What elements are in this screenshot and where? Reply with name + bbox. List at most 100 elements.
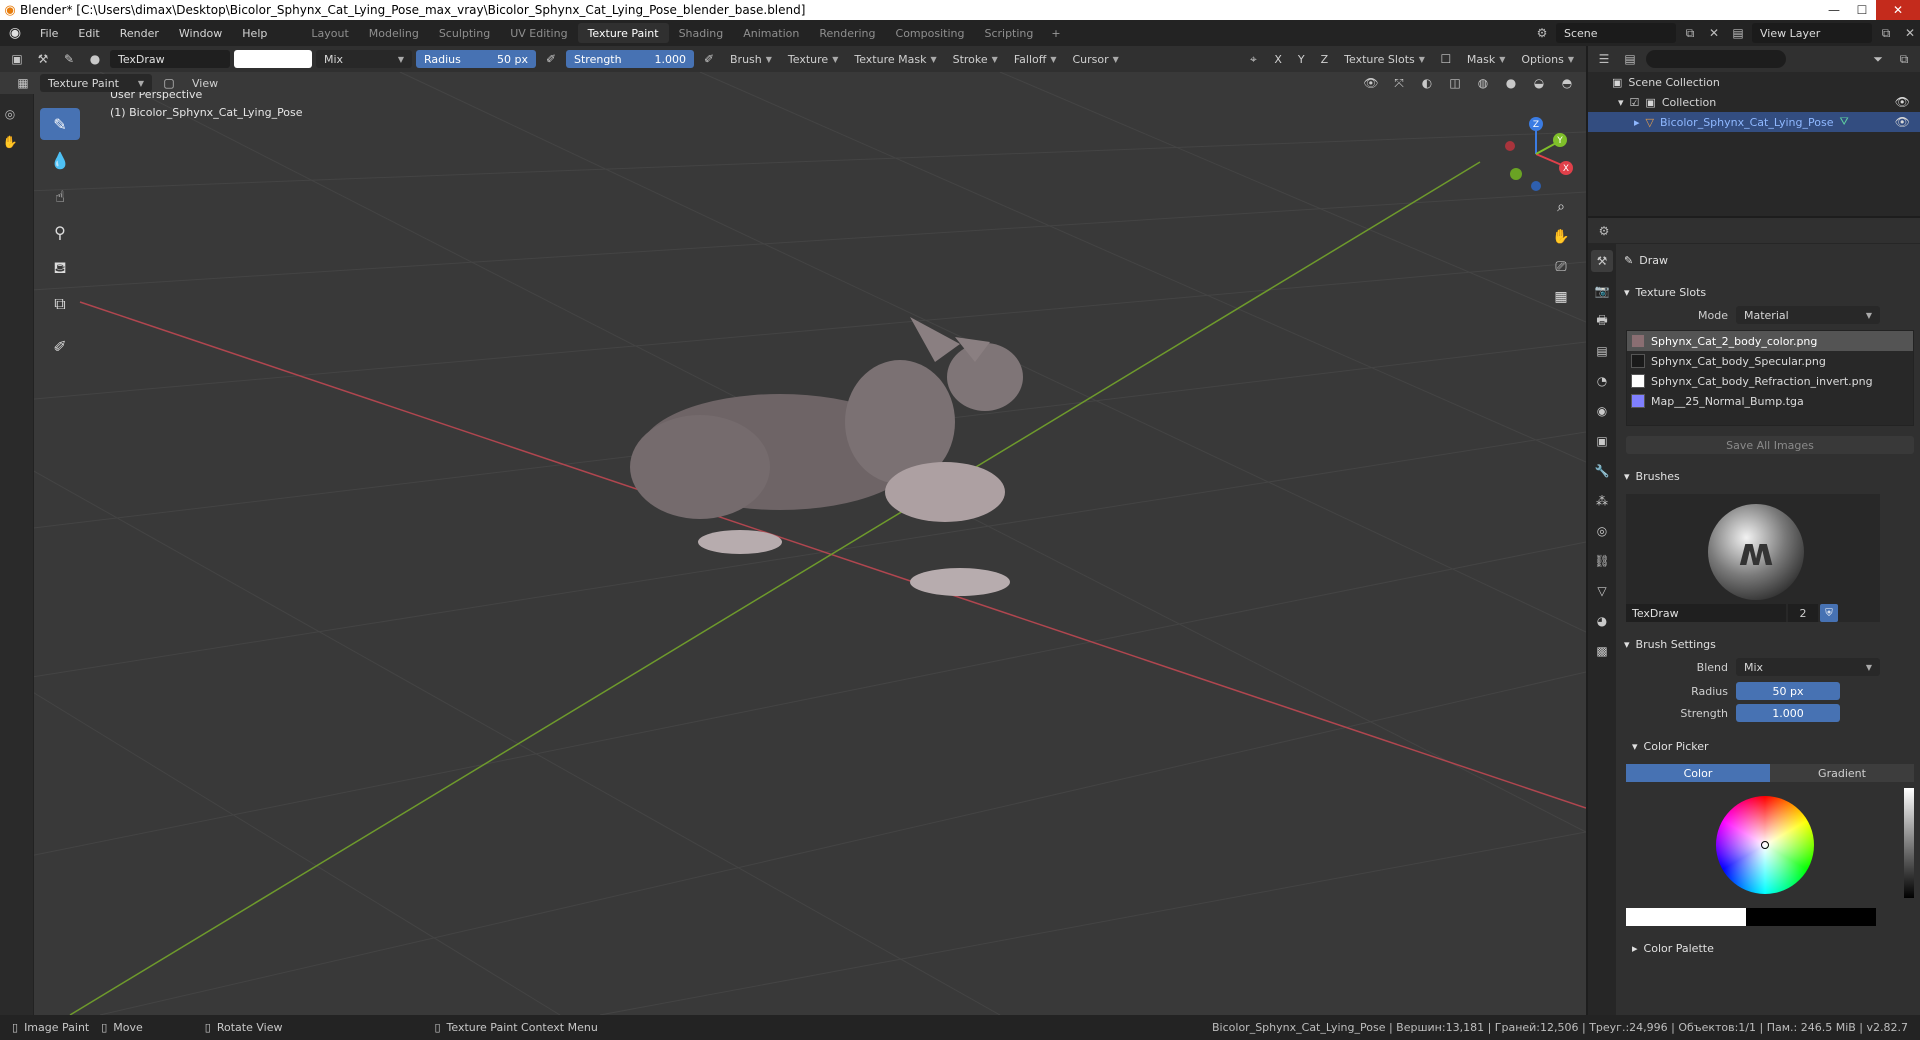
brush-menu[interactable]: Brush ▼ [724,49,778,69]
save-all-images-button[interactable]: Save All Images [1626,436,1914,454]
gizmo-toggle-icon[interactable]: ⤧ [1388,73,1410,93]
fake-user-shield-icon[interactable]: ⛨ [1820,604,1838,622]
falloff-menu[interactable]: Falloff ▼ [1008,49,1063,69]
tab-uv-editing[interactable]: UV Editing [500,23,577,43]
ortho-toggle-icon[interactable]: ▦ [1548,284,1574,310]
close-button[interactable]: ✕ [1876,0,1920,20]
radius-pressure-icon[interactable]: ✐ [540,49,562,69]
tab-shading[interactable]: Shading [669,23,734,43]
tab-rendering[interactable]: Rendering [809,23,885,43]
tab-modeling[interactable]: Modeling [359,23,429,43]
texture-slot-item[interactable]: Map__25_Normal_Bump.tga [1627,391,1913,411]
eye-icon[interactable]: 👁 [1895,95,1910,109]
navigation-gizmo[interactable]: Z X Y [1496,114,1576,194]
outliner-editor-icon[interactable]: ☰ [1594,49,1614,69]
tab-tool[interactable]: ⚒ [1591,250,1613,272]
hand-icon[interactable]: ✋ [0,132,20,152]
radius-slider[interactable]: Radius 50 px [416,50,536,68]
pan-hand-icon[interactable]: ✋ [1548,224,1574,250]
eye-icon[interactable]: 👁 [1895,115,1910,129]
brush-name-field[interactable]: TexDraw [1626,604,1786,622]
texture-menu[interactable]: Texture ▼ [782,49,844,69]
maximize-button[interactable]: ☐ [1848,0,1876,20]
tab-gradient[interactable]: Gradient [1770,764,1914,782]
menu-edit[interactable]: Edit [68,20,109,46]
brush-name-field[interactable]: TexDraw [110,50,230,68]
mode-select[interactable]: Material ▼ [1736,306,1880,324]
tab-render[interactable]: 📷 [1591,280,1613,302]
texture-slots-panel-header[interactable]: ▾ Texture Slots [1618,280,1920,304]
checkbox-icon[interactable]: ☑ [1630,96,1640,109]
add-workspace-button[interactable]: + [1043,27,1068,40]
tab-sculpting[interactable]: Sculpting [429,23,500,43]
properties-editor-icon[interactable]: ⚙ [1594,221,1614,241]
cat-model[interactable] [630,317,1023,596]
scene-icon[interactable]: ⚙ [1532,23,1552,43]
mesh-data-icon[interactable]: ⛛ [1839,115,1848,129]
strength-slider[interactable]: 1.000 [1736,704,1840,722]
outliner-row-collection[interactable]: ▾ ☑ ▣ Collection 👁 [1588,92,1920,112]
axis-z-toggle[interactable]: Z [1315,49,1335,69]
outliner-search-input[interactable] [1646,50,1786,68]
tab-data[interactable]: ▽ [1591,580,1613,602]
menu-file[interactable]: File [30,20,68,46]
strength-pressure-icon[interactable]: ✐ [698,49,720,69]
new-view-layer-icon[interactable]: ⧉ [1876,23,1896,43]
radius-slider[interactable]: 50 px [1736,682,1840,700]
tab-layout[interactable]: Layout [301,23,358,43]
cursor-menu[interactable]: Cursor ▼ [1066,49,1124,69]
options-menu[interactable]: Options ▼ [1515,49,1580,69]
blender-menu-icon[interactable]: ◉ [0,20,30,46]
tab-physics[interactable]: ◎ [1591,520,1613,542]
blend-dropdown[interactable]: Mix ▼ [316,50,412,68]
display-mode-icon[interactable]: ▤ [1620,49,1640,69]
value-slider[interactable] [1904,788,1914,898]
tab-object[interactable]: ▣ [1591,430,1613,452]
draw-tool-icon[interactable]: ✎ [40,108,80,140]
outliner-row-scene-collection[interactable]: ▣ Scene Collection [1588,72,1920,92]
color-palette-panel-header[interactable]: ▸ Color Palette [1618,936,1920,960]
tab-material[interactable]: ◕ [1591,610,1613,632]
axis-y-toggle[interactable]: Y [1292,49,1311,69]
overlay-toggle-icon[interactable]: ◐ [1416,73,1438,93]
secondary-color-swatch[interactable] [1746,908,1876,926]
new-scene-icon[interactable]: ⧉ [1680,23,1700,43]
brush-settings-panel-header[interactable]: ▾ Brush Settings [1618,632,1920,656]
stroke-menu[interactable]: Stroke ▼ [947,49,1004,69]
view-icon[interactable]: ◎ [0,104,20,124]
mode-dropdown[interactable]: Texture Paint ▼ [40,74,152,92]
minimize-button[interactable]: — [1820,0,1848,20]
brush-preview-icon[interactable]: ● [84,49,106,69]
gizmo-neg-z-handle[interactable] [1531,181,1541,191]
tab-particles[interactable]: ⁂ [1591,490,1613,512]
annotate-tool-icon[interactable]: ✐ [40,330,80,362]
brush-preview-box[interactable]: ʍ TexDraw 2 ⛨ [1626,494,1880,622]
texture-slots-menu[interactable]: Texture Slots ▼ [1338,49,1431,69]
tab-modifiers[interactable]: 🔧 [1591,460,1613,482]
tab-constraints[interactable]: ⛓ [1591,550,1613,572]
tab-color[interactable]: Color [1626,764,1770,782]
symmetry-icon[interactable]: ⌖ [1242,49,1264,69]
mask-mode-icon[interactable]: ▢ [158,73,180,93]
mask-checkbox[interactable]: ☐ [1435,49,1457,69]
camera-view-icon[interactable]: ⎚ [1548,254,1574,280]
material-shading-icon[interactable]: ◒ [1528,73,1550,93]
brushes-panel-header[interactable]: ▾ Brushes [1618,464,1920,488]
zoom-icon[interactable]: ⌕ [1548,194,1574,220]
color-picker-panel-header[interactable]: ▾ Color Picker [1618,734,1920,758]
menu-window[interactable]: Window [169,20,232,46]
gizmo-neg-x-handle[interactable] [1505,141,1515,151]
tab-texture-paint[interactable]: Texture Paint [577,23,669,43]
scene-name-field[interactable]: Scene [1556,23,1676,43]
blend-select[interactable]: Mix ▼ [1736,658,1880,676]
menu-help[interactable]: Help [232,20,277,46]
tab-scene[interactable]: ◔ [1591,370,1613,392]
mask-tool-icon[interactable]: ⧉ [40,288,80,320]
tab-output[interactable]: 🖶 [1591,310,1613,332]
strength-slider[interactable]: Strength 1.000 [566,50,694,68]
expand-arrow-icon[interactable]: ▸ [1634,116,1640,129]
color-wheel-cursor[interactable] [1761,841,1769,849]
xray-icon[interactable]: ◫ [1444,73,1466,93]
texture-slot-item[interactable]: Sphynx_Cat_2_body_color.png [1627,331,1913,351]
texture-mask-menu[interactable]: Texture Mask ▼ [848,49,942,69]
